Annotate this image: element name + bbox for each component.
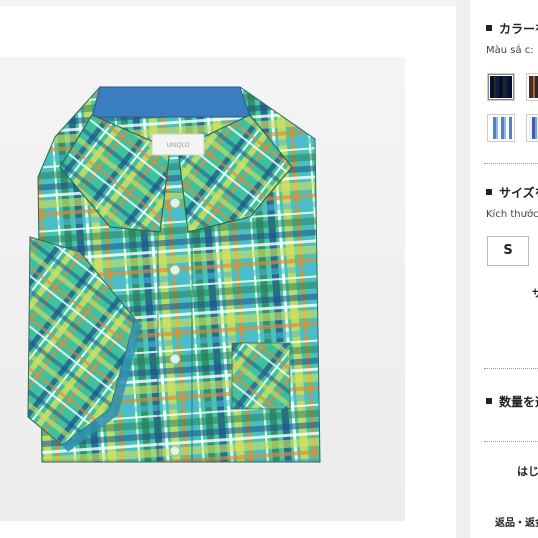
swatch-navy-yellow-plaid[interactable] [487, 73, 515, 101]
size-subtitle: Kích thước [486, 209, 538, 220]
size-side-text: サ [532, 289, 538, 300]
divider [484, 163, 538, 164]
bullet-square-icon [486, 189, 492, 195]
returns-link[interactable]: 返品・返金 [495, 514, 538, 529]
color-title-text: カラーを [499, 22, 538, 36]
bullet-square-icon [486, 398, 492, 404]
color-subtitle: Màu sắ c: [486, 45, 534, 56]
swatch-blue-plaid[interactable] [526, 114, 538, 142]
first-time-link[interactable]: はじ [517, 463, 538, 479]
plaid-shirt-illustration: UNIQLO [27, 86, 321, 463]
bullet-square-icon [486, 25, 492, 31]
swatch-brown-plaid[interactable] [526, 73, 538, 101]
shirt-pocket [231, 342, 291, 410]
shirt-placket [157, 191, 193, 463]
size-title-text: サイズを [499, 186, 538, 200]
color-section-title: カラーを [486, 20, 538, 37]
divider [484, 368, 538, 369]
top-strip [0, 0, 456, 6]
swatch-blue-white-plaid[interactable] [487, 114, 515, 142]
product-image: UNIQLO [0, 57, 405, 521]
panel-gutter [456, 0, 470, 538]
divider [484, 441, 538, 442]
quantity-title-text: 数量を選 [499, 395, 538, 409]
size-s-button[interactable]: S [487, 236, 529, 266]
brand-neck-text: UNIQLO [166, 143, 189, 149]
size-section-title: サイズを [486, 184, 538, 201]
quantity-section-title: 数量を選 [486, 393, 538, 410]
options-panel: カラーを Màu sắ c: サイズを Kích thước S サ 数量を選 … [470, 0, 538, 538]
